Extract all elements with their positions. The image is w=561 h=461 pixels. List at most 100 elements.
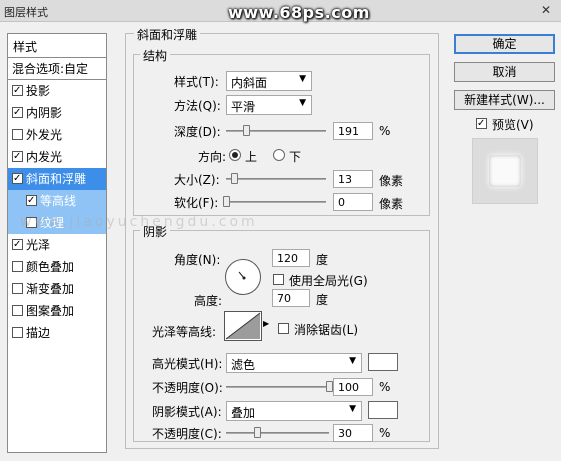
style-item-8[interactable]: 颜色叠加 (8, 256, 106, 278)
style-select[interactable]: 内斜面 ▼ (226, 71, 312, 91)
shadow-mode-select[interactable]: 叠加 ▼ (226, 401, 362, 421)
blending-options-item[interactable]: 混合选项:自定 (8, 58, 106, 80)
style-item-checkbox[interactable] (12, 129, 23, 140)
highlight-mode-label: 高光模式(H): (152, 357, 223, 371)
style-item-checkbox[interactable] (12, 85, 23, 96)
depth-slider[interactable] (226, 125, 326, 136)
style-item-label: 斜面和浮雕 (26, 172, 87, 186)
gloss-contour-label: 光泽等高线: (152, 325, 217, 339)
style-item-label: 内发光 (26, 150, 63, 164)
window-title: 图层样式 (4, 6, 48, 19)
style-item-checkbox[interactable] (26, 195, 37, 206)
style-item-2[interactable]: 外发光 (8, 124, 106, 146)
size-slider-thumb[interactable] (231, 173, 238, 184)
style-item-checkbox[interactable] (12, 261, 23, 272)
chevron-down-icon: ▼ (349, 356, 356, 366)
style-item-checkbox[interactable] (12, 173, 23, 184)
preview-label: 预览(V) (492, 118, 534, 132)
shadow-mode-value: 叠加 (231, 406, 256, 420)
highlight-opacity-input[interactable]: 100 (333, 378, 373, 396)
size-input[interactable]: 13 (333, 170, 373, 188)
angle-needle-icon (238, 271, 246, 280)
soften-unit: 像素 (379, 197, 404, 211)
structure-group: 结构 样式(T): 内斜面 ▼ 方法(Q): 平滑 ▼ 深度(D): 191 %… (133, 47, 430, 216)
angle-label: 角度(N): (174, 253, 221, 267)
shadow-color-swatch[interactable] (368, 401, 398, 419)
styles-header[interactable]: 样式 (8, 34, 106, 58)
bevel-section-title: 斜面和浮雕 (134, 26, 201, 43)
depth-slider-thumb[interactable] (243, 125, 250, 136)
style-item-checkbox[interactable] (12, 239, 23, 250)
size-slider[interactable] (226, 173, 326, 184)
style-item-3[interactable]: 内发光 (8, 146, 106, 168)
style-item-label: 外发光 (26, 128, 63, 142)
cancel-button[interactable]: 取消 (454, 62, 555, 82)
highlight-color-swatch[interactable] (368, 353, 398, 371)
style-item-11[interactable]: 描边 (8, 322, 106, 344)
style-item-5[interactable]: 等高线 (8, 190, 106, 212)
angle-unit: 度 (316, 253, 329, 267)
soften-slider-thumb[interactable] (223, 196, 230, 207)
highlight-opacity-unit: % (379, 380, 391, 394)
direction-up-label: 上 (245, 150, 258, 164)
style-item-10[interactable]: 图案叠加 (8, 300, 106, 322)
new-style-button[interactable]: 新建样式(W)... (454, 90, 555, 110)
highlight-mode-value: 滤色 (231, 358, 256, 372)
bevel-emboss-panel: 斜面和浮雕 结构 样式(T): 内斜面 ▼ 方法(Q): 平滑 ▼ 深度(D):… (125, 26, 439, 449)
depth-label: 深度(D): (174, 125, 221, 139)
soften-input[interactable]: 0 (333, 193, 373, 211)
style-item-1[interactable]: 内阴影 (8, 102, 106, 124)
style-preview (472, 138, 538, 204)
style-label: 样式(T): (174, 75, 219, 89)
preview-swatch (489, 155, 521, 187)
style-item-checkbox[interactable] (12, 151, 23, 162)
ok-button[interactable]: 确定 (454, 34, 555, 54)
style-item-checkbox[interactable] (12, 327, 23, 338)
contour-curve-icon (225, 312, 261, 340)
highlight-opacity-thumb[interactable] (326, 381, 333, 392)
preview-checkbox[interactable] (476, 118, 487, 129)
style-item-label: 投影 (26, 84, 51, 98)
style-item-label: 等高线 (40, 194, 77, 208)
style-item-7[interactable]: 光泽 (8, 234, 106, 256)
gloss-contour-picker[interactable] (224, 311, 262, 341)
style-item-checkbox[interactable] (12, 107, 23, 118)
global-light-checkbox[interactable] (273, 274, 284, 285)
shadow-opacity-slider[interactable] (226, 427, 329, 438)
close-icon[interactable]: ✕ (537, 2, 555, 18)
method-select[interactable]: 平滑 ▼ (226, 95, 312, 115)
shadow-opacity-input[interactable]: 30 (333, 424, 373, 442)
style-item-label: 渐变叠加 (26, 282, 75, 296)
watermark: www.68ps.com (228, 3, 370, 22)
direction-label: 方向: (198, 150, 227, 164)
shadow-opacity-thumb[interactable] (253, 427, 261, 438)
depth-input[interactable]: 191 (333, 122, 373, 140)
angle-dial[interactable] (225, 259, 261, 295)
anti-aliased-label: 消除锯齿(L) (294, 323, 359, 337)
style-item-checkbox[interactable] (12, 283, 23, 294)
soften-slider[interactable] (223, 196, 326, 207)
highlight-mode-select[interactable]: 滤色 ▼ (226, 353, 362, 373)
altitude-input[interactable]: 70 (272, 289, 310, 307)
direction-down-radio[interactable] (273, 149, 285, 161)
highlight-opacity-slider[interactable] (226, 381, 333, 392)
style-list: 样式 混合选项:自定 投影内阴影外发光内发光斜面和浮雕等高线纹理光泽颜色叠加渐变… (7, 33, 107, 453)
shadow-opacity-label: 不透明度(C): (152, 427, 222, 441)
method-select-value: 平滑 (231, 100, 256, 114)
chevron-down-icon: ▼ (299, 74, 306, 84)
background-watermark: www.jiaoyuchengdu.com (20, 214, 258, 230)
chevron-down-icon: ▼ (349, 404, 356, 414)
style-item-4[interactable]: 斜面和浮雕 (8, 168, 106, 190)
style-item-checkbox[interactable] (12, 305, 23, 316)
chevron-down-icon: ▼ (299, 98, 306, 108)
angle-input[interactable]: 120 (272, 249, 310, 267)
contour-dropdown-icon[interactable]: ▶ (263, 319, 269, 328)
style-item-label: 颜色叠加 (26, 260, 75, 274)
direction-up-radio[interactable] (229, 149, 241, 161)
size-unit: 像素 (379, 174, 404, 188)
anti-aliased-checkbox[interactable] (278, 323, 289, 334)
style-item-0[interactable]: 投影 (8, 80, 106, 102)
style-select-value: 内斜面 (231, 76, 268, 90)
style-item-9[interactable]: 渐变叠加 (8, 278, 106, 300)
soften-label: 软化(F): (174, 196, 219, 210)
